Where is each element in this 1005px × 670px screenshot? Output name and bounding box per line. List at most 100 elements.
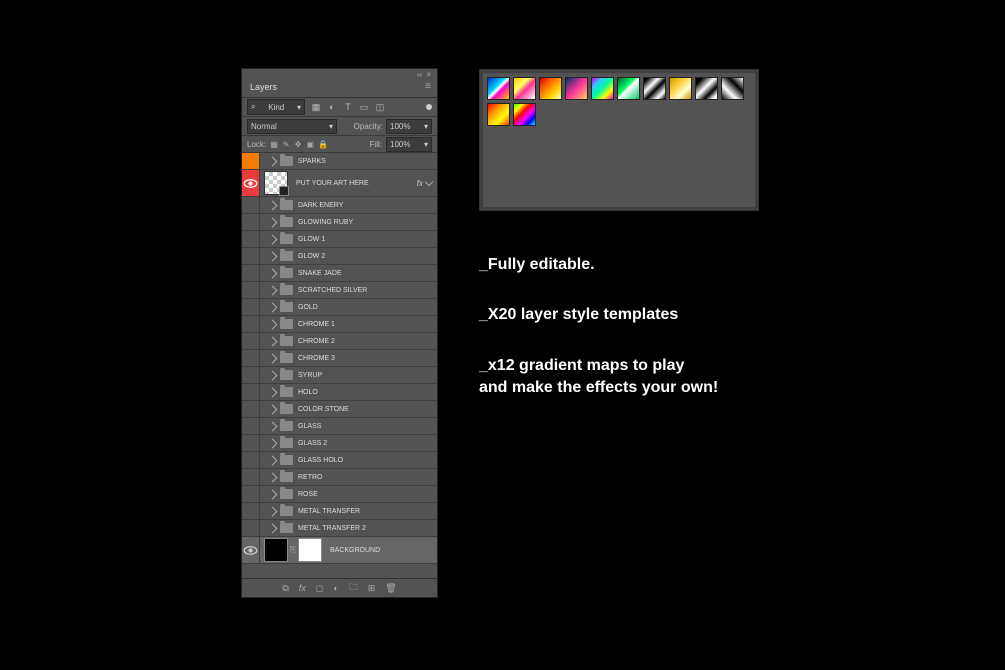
opacity-input[interactable]: 100%▾ bbox=[386, 119, 432, 134]
gradient-preset[interactable] bbox=[539, 77, 562, 100]
visibility-toggle[interactable] bbox=[242, 248, 260, 264]
visibility-toggle[interactable] bbox=[242, 214, 260, 230]
mask-icon[interactable]: ◻ bbox=[316, 583, 323, 594]
gradient-preset[interactable] bbox=[487, 103, 510, 126]
chevron-right-icon[interactable] bbox=[268, 455, 278, 465]
visibility-toggle[interactable] bbox=[242, 503, 260, 519]
gradient-preset[interactable] bbox=[669, 77, 692, 100]
lock-pixels-icon[interactable]: ✎ bbox=[282, 140, 290, 149]
layer-art[interactable]: PUT YOUR ART HERE fx bbox=[242, 170, 437, 197]
visibility-toggle[interactable] bbox=[242, 265, 260, 281]
visibility-toggle[interactable] bbox=[242, 299, 260, 315]
gradient-preset[interactable] bbox=[487, 77, 510, 100]
chevron-right-icon[interactable] bbox=[268, 387, 278, 397]
visibility-toggle[interactable] bbox=[242, 170, 260, 196]
layer-folder[interactable]: SNAKE JADE bbox=[242, 265, 437, 282]
layer-folder[interactable]: GLOWING RUBY bbox=[242, 214, 437, 231]
layer-folder[interactable]: GLASS bbox=[242, 418, 437, 435]
lock-position-icon[interactable]: ✥ bbox=[294, 140, 302, 149]
layer-folder[interactable]: GLOW 1 bbox=[242, 231, 437, 248]
filter-kind-select[interactable]: ⌕Kind▾ bbox=[247, 99, 305, 115]
panel-menu-icon[interactable]: ≡ bbox=[419, 79, 437, 97]
chevron-right-icon[interactable] bbox=[268, 489, 278, 499]
layer-folder[interactable]: SYRUP bbox=[242, 367, 437, 384]
visibility-toggle[interactable] bbox=[242, 153, 260, 169]
visibility-toggle[interactable] bbox=[242, 231, 260, 247]
visibility-toggle[interactable] bbox=[242, 333, 260, 349]
layer-folder[interactable]: GLASS HOLO bbox=[242, 452, 437, 469]
visibility-toggle[interactable] bbox=[242, 520, 260, 536]
visibility-toggle[interactable] bbox=[242, 452, 260, 468]
layer-folder[interactable]: GOLD bbox=[242, 299, 437, 316]
layer-folder-sparks[interactable]: SPARKS bbox=[242, 153, 437, 170]
visibility-toggle[interactable] bbox=[242, 384, 260, 400]
visibility-toggle[interactable] bbox=[242, 197, 260, 213]
chevron-right-icon[interactable] bbox=[268, 472, 278, 482]
visibility-toggle[interactable] bbox=[242, 486, 260, 502]
lock-transparent-icon[interactable]: ▦ bbox=[270, 140, 278, 149]
filter-toggle[interactable] bbox=[426, 104, 432, 110]
new-layer-icon[interactable]: ⊞ bbox=[368, 583, 376, 594]
lock-artboard-icon[interactable]: ▣ bbox=[306, 140, 314, 149]
fx-badge[interactable]: fx bbox=[417, 179, 423, 188]
lock-all-icon[interactable]: 🔒 bbox=[318, 140, 326, 149]
visibility-toggle[interactable] bbox=[242, 282, 260, 298]
blend-mode-select[interactable]: Normal▾ bbox=[247, 119, 337, 134]
layer-background[interactable]: ⎘ BACKGROUND bbox=[242, 537, 437, 564]
tab-layers[interactable]: Layers bbox=[242, 79, 285, 97]
layer-folder[interactable]: HOLO bbox=[242, 384, 437, 401]
chevron-right-icon[interactable] bbox=[268, 319, 278, 329]
layer-folder[interactable]: RETRO bbox=[242, 469, 437, 486]
visibility-toggle[interactable] bbox=[242, 469, 260, 485]
visibility-toggle[interactable] bbox=[242, 401, 260, 417]
gradient-preset[interactable] bbox=[513, 103, 536, 126]
chevron-right-icon[interactable] bbox=[268, 421, 278, 431]
fx-icon[interactable]: fx bbox=[299, 583, 306, 593]
chevron-right-icon[interactable] bbox=[268, 285, 278, 295]
close-icon[interactable]: × bbox=[426, 70, 431, 79]
chevron-right-icon[interactable] bbox=[268, 268, 278, 278]
gradient-preset[interactable] bbox=[565, 77, 588, 100]
visibility-toggle[interactable] bbox=[242, 418, 260, 434]
layer-folder[interactable]: COLOR STONE bbox=[242, 401, 437, 418]
fill-input[interactable]: 100%▾ bbox=[386, 137, 432, 152]
collapse-icon[interactable]: ‹‹ bbox=[417, 70, 422, 79]
link-icon[interactable]: ⧉ bbox=[282, 583, 288, 594]
gradient-preset[interactable] bbox=[695, 77, 718, 100]
chevron-right-icon[interactable] bbox=[268, 156, 278, 166]
gradient-preset[interactable] bbox=[617, 77, 640, 100]
chevron-right-icon[interactable] bbox=[268, 302, 278, 312]
gradient-preset[interactable] bbox=[643, 77, 666, 100]
layer-folder[interactable]: GLASS 2 bbox=[242, 435, 437, 452]
filter-adjustment-icon[interactable]: ◐ bbox=[327, 102, 337, 112]
layer-folder[interactable]: CHROME 2 bbox=[242, 333, 437, 350]
new-group-icon[interactable]: 🗀 bbox=[349, 580, 358, 596]
visibility-toggle[interactable] bbox=[242, 537, 260, 563]
chevron-right-icon[interactable] bbox=[268, 336, 278, 346]
visibility-toggle[interactable] bbox=[242, 316, 260, 332]
chevron-right-icon[interactable] bbox=[268, 234, 278, 244]
chevron-right-icon[interactable] bbox=[268, 251, 278, 261]
chevron-right-icon[interactable] bbox=[268, 404, 278, 414]
trash-icon[interactable]: 🗑 bbox=[385, 583, 396, 594]
layer-folder[interactable]: METAL TRANSFER 2 bbox=[242, 520, 437, 537]
chevron-right-icon[interactable] bbox=[268, 506, 278, 516]
layer-folder[interactable]: ROSE bbox=[242, 486, 437, 503]
mask-link-icon[interactable]: ⎘ bbox=[288, 539, 298, 561]
visibility-toggle[interactable] bbox=[242, 350, 260, 366]
adjustment-icon[interactable]: ◐ bbox=[333, 583, 338, 593]
layer-folder[interactable]: SCRATCHED SILVER bbox=[242, 282, 437, 299]
chevron-right-icon[interactable] bbox=[268, 523, 278, 533]
chevron-down-icon[interactable] bbox=[425, 178, 433, 186]
gradient-preset[interactable] bbox=[721, 77, 744, 100]
chevron-right-icon[interactable] bbox=[268, 200, 278, 210]
filter-type-icon[interactable]: T bbox=[343, 102, 353, 112]
filter-pixel-icon[interactable]: ▦ bbox=[311, 102, 321, 113]
visibility-toggle[interactable] bbox=[242, 435, 260, 451]
layer-folder[interactable]: CHROME 1 bbox=[242, 316, 437, 333]
layer-folder[interactable]: GLOW 2 bbox=[242, 248, 437, 265]
layer-folder[interactable]: DARK ENERY bbox=[242, 197, 437, 214]
chevron-right-icon[interactable] bbox=[268, 438, 278, 448]
layer-folder[interactable]: CHROME 3 bbox=[242, 350, 437, 367]
chevron-right-icon[interactable] bbox=[268, 217, 278, 227]
